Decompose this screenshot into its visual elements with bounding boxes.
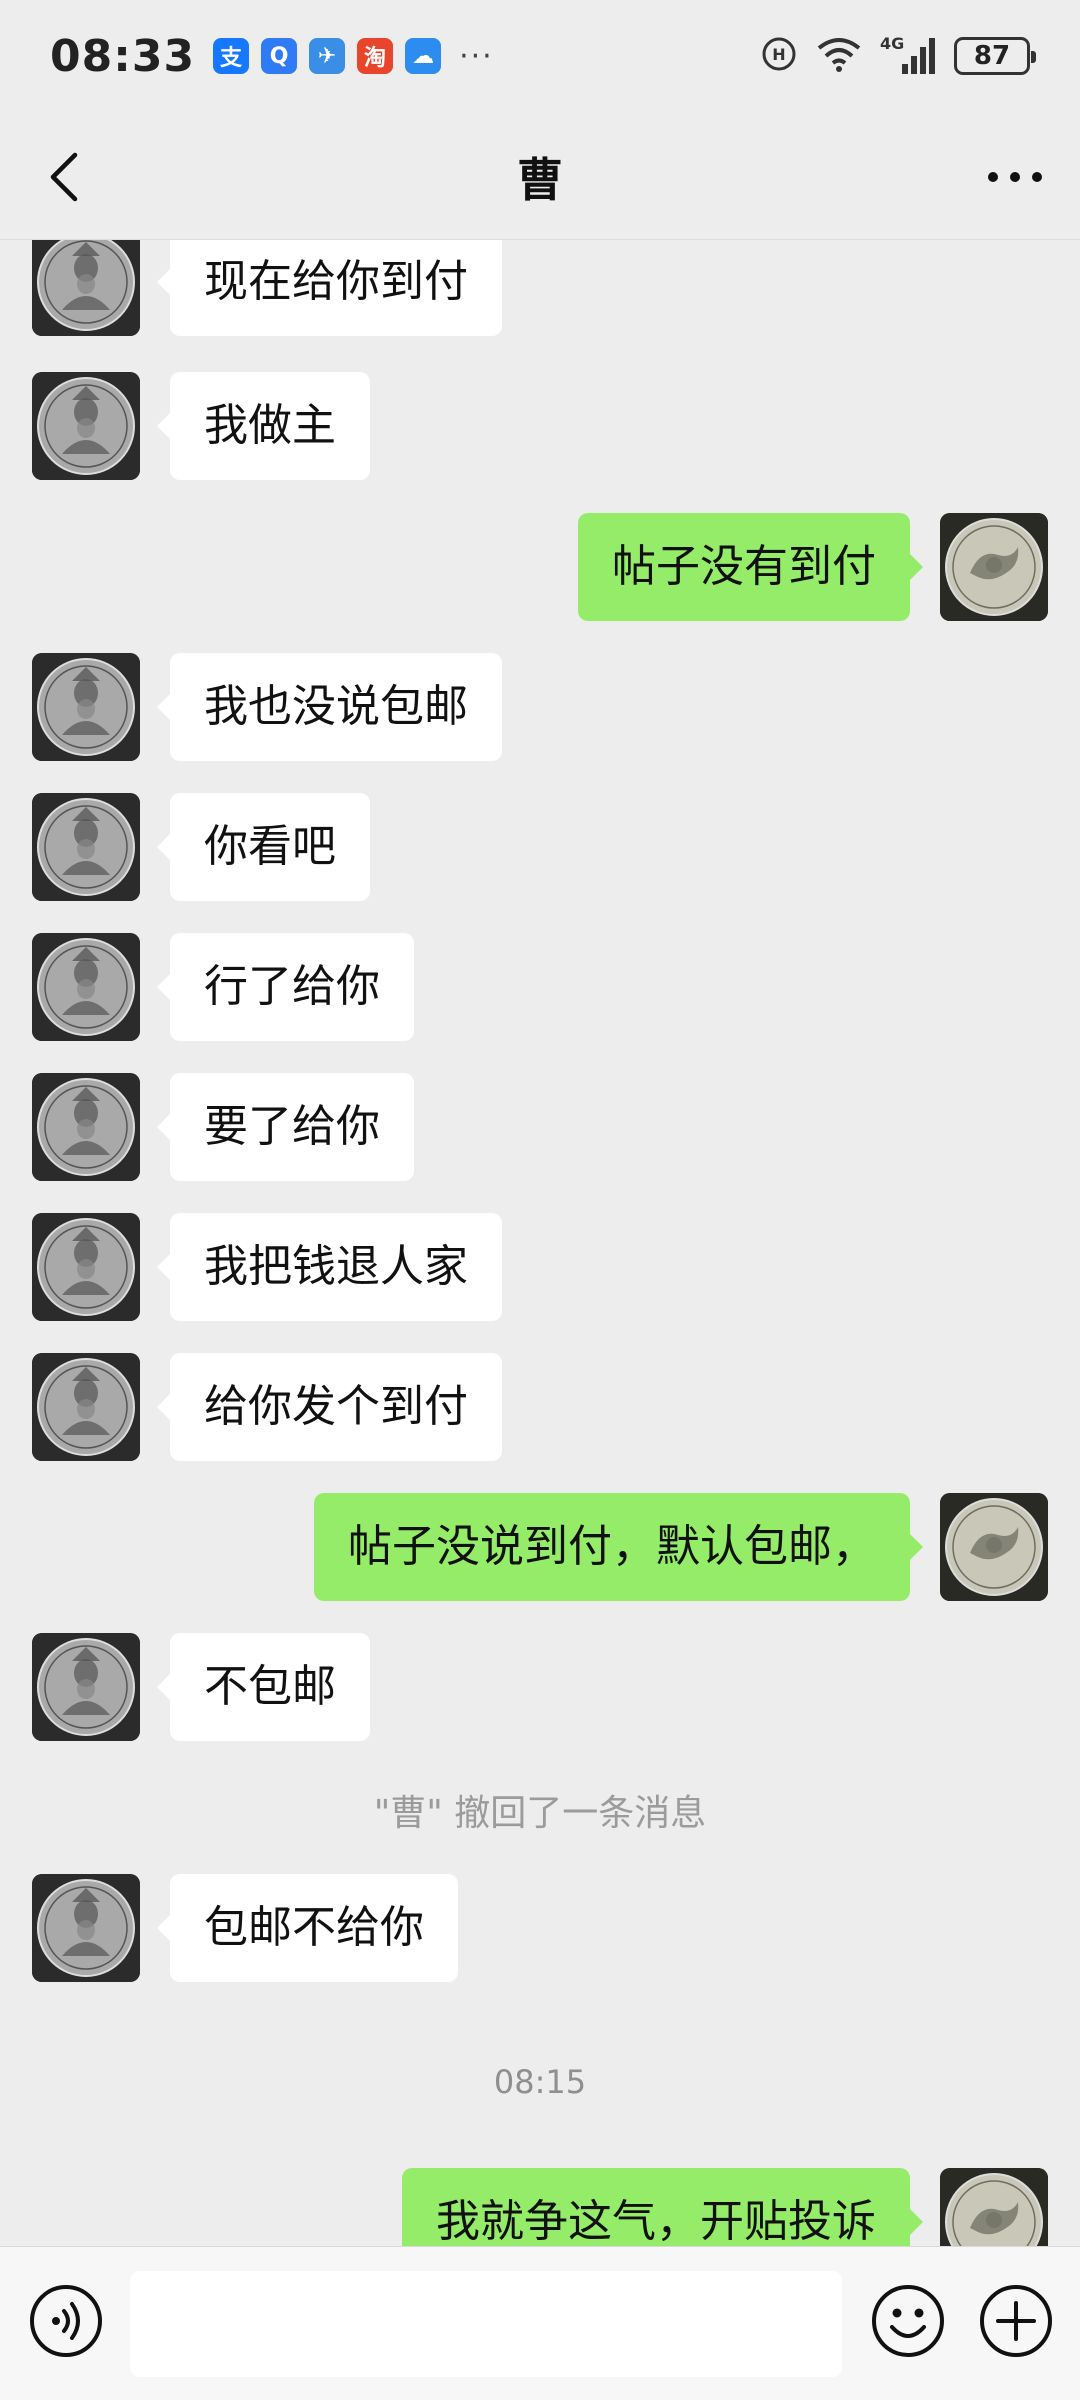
contact-avatar[interactable] (32, 1353, 140, 1461)
status-time: 08:33 (50, 30, 196, 82)
contact-avatar[interactable] (32, 1874, 140, 1982)
hd-call-icon: H (760, 35, 798, 77)
message-bubble-incoming[interactable]: 我也没说包邮 (157, 653, 502, 761)
contact-avatar[interactable] (32, 240, 140, 336)
more-dots-icon (988, 172, 1042, 182)
contact-avatar[interactable] (32, 1633, 140, 1741)
message-bubble-incoming[interactable]: 给你发个到付 (157, 1353, 502, 1461)
more-options-button[interactable] (980, 142, 1050, 212)
cellular-signal-icon: 4G (880, 34, 936, 76)
contact-avatar[interactable] (32, 372, 140, 480)
more-functions-button[interactable] (978, 2283, 1054, 2359)
contact-avatar[interactable] (32, 1073, 140, 1181)
message-row: 帖子没说到付，默认包邮， (0, 1493, 1080, 1601)
chat-title: 曹 (517, 153, 563, 207)
my-avatar[interactable] (940, 1493, 1048, 1601)
plus-icon (980, 2285, 1052, 2357)
status-bar: 08:33 支 Q ✈ 淘 ☁ ··· H 4G 87 (0, 0, 1080, 112)
message-bubble-incoming[interactable]: 现在给你到付 (157, 240, 502, 336)
search-app-icon: Q (261, 38, 298, 74)
wifi-icon (816, 35, 862, 77)
taobao-icon: 淘 (357, 38, 394, 74)
my-avatar[interactable] (940, 513, 1048, 621)
input-bar (0, 2246, 1080, 2400)
contact-avatar[interactable] (32, 653, 140, 761)
recall-notice: "曹" 撤回了一条消息 (373, 1793, 707, 1834)
message-row: 给你发个到付 (0, 1353, 1080, 1461)
message-bubble-outgoing[interactable]: 我就争这气，开贴投诉 (402, 2168, 923, 2246)
svg-text:H: H (772, 45, 785, 64)
message-row: 帖子没有到付 (0, 513, 1080, 621)
more-notifications-icon: ··· (459, 38, 494, 74)
message-bubble-outgoing[interactable]: 帖子没说到付，默认包邮， (314, 1493, 923, 1601)
message-bubble-incoming[interactable]: 行了给你 (157, 933, 414, 1041)
emoji-icon (872, 2285, 944, 2357)
message-row: 要了给你 (0, 1073, 1080, 1181)
chat-header: 曹 (0, 112, 1080, 240)
message-bubble-incoming[interactable]: 要了给你 (157, 1073, 414, 1181)
contact-avatar[interactable] (32, 1213, 140, 1321)
message-bubble-incoming[interactable]: 你看吧 (157, 793, 370, 901)
voice-icon (30, 2285, 102, 2357)
message-input[interactable] (130, 2271, 842, 2377)
message-row: 行了给你 (0, 933, 1080, 1041)
message-row: 不包邮 (0, 1633, 1080, 1741)
my-avatar[interactable] (940, 2168, 1048, 2246)
weather-app-icon: ☁ (405, 38, 442, 74)
flight-app-icon: ✈ (309, 38, 346, 74)
message-row: 我做主 (0, 372, 1080, 480)
message-row: 现在给你到付 (0, 240, 1080, 336)
chat-message-list[interactable]: 现在给你到付 我做主 帖子没有到付 我也没说包邮 你看吧 行了给你 要了给你 我… (0, 240, 1080, 2246)
message-bubble-incoming[interactable]: 我做主 (157, 372, 370, 480)
battery-indicator: 87 (954, 37, 1036, 75)
message-row: 包邮不给你 (0, 1874, 1080, 1982)
voice-input-button[interactable] (28, 2283, 104, 2359)
alipay-icon: 支 (213, 38, 250, 74)
contact-avatar[interactable] (32, 793, 140, 901)
message-timestamp: 08:15 (493, 2063, 587, 2101)
message-row: 我就争这气，开贴投诉 (0, 2168, 1080, 2246)
status-right: H 4G 87 (760, 34, 1036, 77)
message-bubble-incoming[interactable]: 包邮不给你 (157, 1874, 458, 1982)
contact-avatar[interactable] (32, 933, 140, 1041)
emoji-button[interactable] (870, 2283, 946, 2359)
message-row: 我把钱退人家 (0, 1213, 1080, 1321)
message-bubble-outgoing[interactable]: 帖子没有到付 (578, 513, 923, 621)
message-row: 你看吧 (0, 793, 1080, 901)
message-row: 我也没说包邮 (0, 653, 1080, 761)
message-bubble-incoming[interactable]: 我把钱退人家 (157, 1213, 502, 1321)
message-bubble-incoming[interactable]: 不包邮 (157, 1633, 370, 1741)
notification-icons: 支 Q ✈ 淘 ☁ ··· (213, 38, 494, 74)
